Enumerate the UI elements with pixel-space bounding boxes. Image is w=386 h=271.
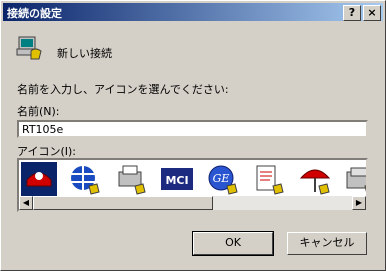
connection-icon: [16, 36, 42, 60]
red-phone-icon[interactable]: [21, 162, 57, 198]
globe-phone-icon[interactable]: [67, 162, 103, 198]
close-button[interactable]: ×: [363, 5, 381, 21]
connection-name-text: 新しい接続: [57, 47, 112, 60]
ok-button[interactable]: OK: [192, 231, 274, 256]
scroll-thumb[interactable]: [33, 196, 213, 210]
document-phone-icon[interactable]: [251, 162, 287, 198]
horizontal-scrollbar[interactable]: ◀ ▶: [19, 196, 366, 210]
scroll-left-button[interactable]: ◀: [19, 196, 33, 210]
window-title: 接続の設定: [7, 7, 62, 20]
name-input[interactable]: [17, 120, 368, 138]
help-button[interactable]: ?: [343, 5, 361, 21]
fax-phone-icon[interactable]: [113, 162, 149, 198]
umbrella-phone-icon[interactable]: [297, 162, 333, 198]
icon-label: アイコン(I):: [17, 145, 76, 158]
ge-icon[interactable]: GE: [205, 162, 241, 198]
title-bar: 接続の設定 ? ×: [3, 3, 383, 21]
svg-text:GE: GE: [213, 172, 230, 185]
phone-computer-icon[interactable]: [343, 162, 366, 198]
name-label: 名前(N):: [17, 105, 60, 118]
scroll-right-button[interactable]: ▶: [352, 196, 366, 210]
icon-list: MCI GE ◀ ▶: [17, 158, 368, 212]
mci-icon[interactable]: MCI: [159, 162, 195, 198]
svg-text:MCI: MCI: [165, 174, 188, 187]
instruction-text: 名前を入力し、アイコンを選んでください:: [17, 83, 229, 96]
connection-dialog: 接続の設定 ? × 新しい接続 名前を入力し、アイコンを選んでください: 名前(…: [0, 0, 386, 271]
cancel-button[interactable]: キャンセル: [287, 232, 367, 255]
